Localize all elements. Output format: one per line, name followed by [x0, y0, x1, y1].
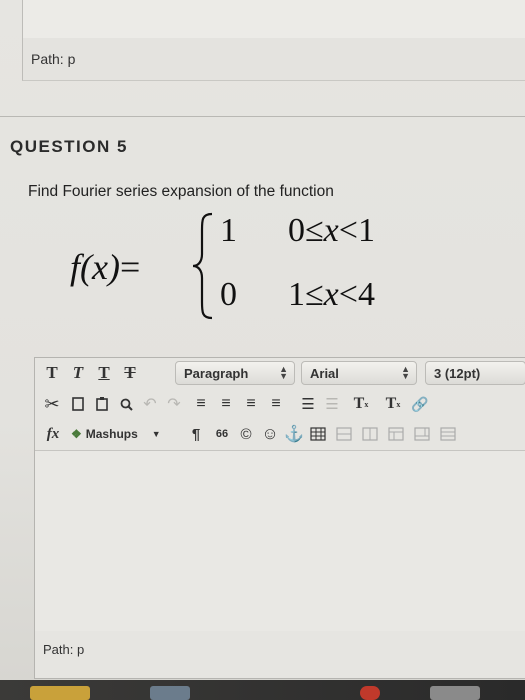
- previous-path-bar: Path: p: [22, 38, 525, 81]
- formula-lhs: f(x)=: [70, 247, 141, 287]
- anchor-icon[interactable]: ⚓: [283, 420, 305, 448]
- brace-icon: [192, 212, 213, 320]
- size-select[interactable]: 3 (12pt): [425, 361, 525, 385]
- dock-item[interactable]: [150, 686, 190, 700]
- question-title: QUESTION 5: [10, 137, 128, 156]
- align-left-icon[interactable]: ≡: [190, 390, 212, 418]
- table-col-icon[interactable]: [359, 420, 381, 448]
- piecewise-formula: f(x)= 1 0≤x<1 0 1≤x<4: [70, 210, 470, 330]
- editor-path-label: Path: p: [43, 642, 85, 657]
- table-icon[interactable]: [307, 420, 329, 448]
- notification-badge[interactable]: [360, 686, 380, 700]
- mashups-icon: ❖: [71, 427, 82, 441]
- search-icon[interactable]: [115, 390, 137, 418]
- mashups-button[interactable]: ❖ Mashups ▼: [71, 420, 181, 448]
- align-justify-icon[interactable]: ≡: [265, 390, 287, 418]
- case-row-1: 1 0≤x<1: [220, 212, 375, 249]
- emoji-icon[interactable]: ☺: [259, 420, 281, 448]
- list-indent-icon[interactable]: ☰: [321, 390, 343, 418]
- table-merge-icon[interactable]: [385, 420, 407, 448]
- previous-editor-area[interactable]: [22, 0, 525, 39]
- page: Path: p QUESTION 5 Find Fourier series e…: [0, 0, 525, 700]
- toolbar-row-insert: fx ❖ Mashups ▼ ¶ 66 © ☺ ⚓: [35, 420, 525, 450]
- copy-icon[interactable]: [67, 390, 89, 418]
- dock-item[interactable]: [430, 686, 480, 700]
- underline-button[interactable]: T: [93, 362, 115, 384]
- answer-editor: T T T T Paragraph ▲ ▼ Arial ▲ ▼ 3 (12pt) ✂: [34, 357, 525, 679]
- table-split-icon[interactable]: [411, 420, 433, 448]
- undo-icon[interactable]: ↶: [139, 390, 161, 418]
- bold-button[interactable]: T: [41, 362, 63, 384]
- table-row-icon[interactable]: [333, 420, 355, 448]
- align-center-icon[interactable]: ≡: [215, 390, 237, 418]
- select-arrows-icon: ▲ ▼: [401, 364, 410, 381]
- paste-icon[interactable]: [91, 390, 113, 418]
- toolbar-row-format: T T T T Paragraph ▲ ▼ Arial ▲ ▼ 3 (12pt): [35, 358, 525, 388]
- italic-button[interactable]: T: [67, 362, 89, 384]
- table-delete-icon[interactable]: [437, 420, 459, 448]
- paragraph-select[interactable]: Paragraph ▲ ▼: [175, 361, 295, 385]
- chevron-down-icon: ▼: [151, 429, 161, 439]
- path-label: Path: p: [31, 51, 76, 67]
- dock-item[interactable]: [30, 686, 90, 700]
- font-select[interactable]: Arial ▲ ▼: [301, 361, 417, 385]
- redo-icon[interactable]: ↷: [163, 390, 185, 418]
- case-row-2: 0 1≤x<4: [220, 276, 375, 313]
- superscript-button[interactable]: Tx: [347, 390, 375, 418]
- question-prompt: Find Fourier series expansion of the fun…: [28, 183, 334, 200]
- align-right-icon[interactable]: ≡: [240, 390, 262, 418]
- select-arrows-icon: ▲ ▼: [279, 364, 288, 381]
- strikethrough-button[interactable]: T: [119, 362, 141, 384]
- editor-content-area[interactable]: [35, 450, 525, 631]
- blockquote-button[interactable]: 66: [211, 420, 233, 448]
- copyright-button[interactable]: ©: [235, 420, 257, 448]
- toolbar-row-edit: ✂ ↶ ↷ ≡ ≡ ≡ ≡ ☰ ☰ Tx Tx 🔗: [35, 390, 525, 420]
- formula-button[interactable]: fx: [41, 420, 65, 448]
- divider: [0, 116, 525, 117]
- scissors-icon[interactable]: ✂: [41, 390, 63, 418]
- list-icon[interactable]: ☰: [297, 390, 319, 418]
- link-icon[interactable]: 🔗: [409, 390, 431, 418]
- subscript-button[interactable]: Tx: [379, 390, 407, 418]
- pilcrow-button[interactable]: ¶: [185, 420, 207, 448]
